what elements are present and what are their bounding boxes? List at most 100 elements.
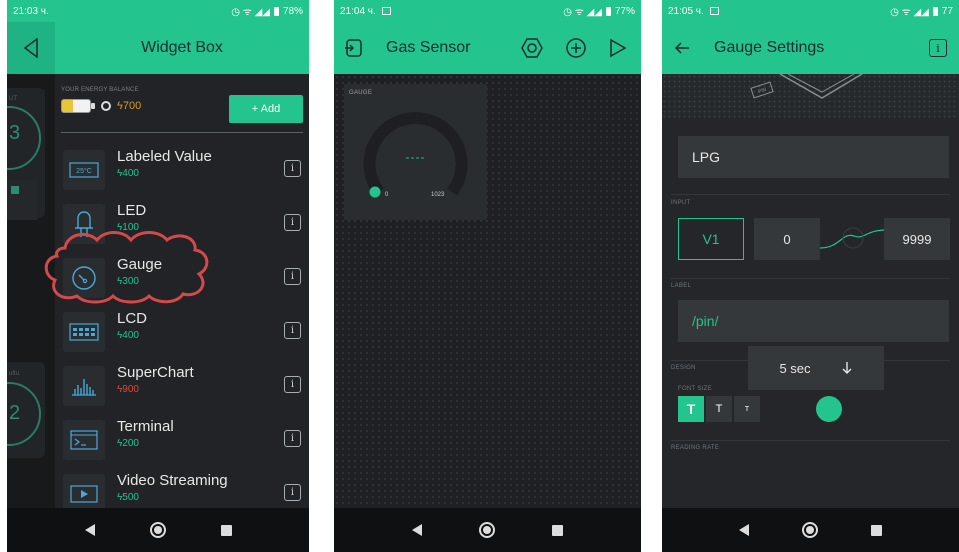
lcd-icon (63, 312, 105, 352)
widget-info-button[interactable]: i (284, 214, 301, 231)
widget-preview: PIN (662, 74, 959, 118)
status-time: 21:03 ч. (13, 5, 49, 17)
input-section-label: INPUT (671, 200, 691, 206)
widget-info-button[interactable]: i (284, 430, 301, 447)
widget-name-value: LPG (692, 149, 721, 165)
font-size-large-button[interactable]: T (678, 396, 704, 422)
close-widget-box-button[interactable] (7, 22, 55, 74)
widget-name: Video Streaming (117, 472, 228, 489)
info-button[interactable]: i (929, 39, 947, 57)
nav-home-icon[interactable] (478, 522, 495, 538)
max-value-input[interactable]: 9999 (884, 218, 950, 260)
widget-name: LED (117, 202, 147, 219)
nav-home-icon[interactable] (801, 522, 818, 538)
add-widget-icon[interactable] (565, 37, 587, 59)
status-time: 21:05 ч. (668, 5, 704, 17)
widget-cost: ϟ200 (117, 438, 139, 449)
battery-percent: 77 (941, 5, 953, 17)
background-widget-label: UT (9, 96, 17, 102)
widget-item-gauge[interactable]: Gauge ϟ300 i (55, 256, 309, 306)
widget-cost: ϟ500 (117, 492, 139, 503)
energy-balance: ϟ700 (61, 99, 141, 113)
project-title: Gas Sensor (386, 39, 471, 56)
app-bar: Widget Box (55, 22, 309, 74)
widget-info-button[interactable]: i (284, 376, 301, 393)
label-input[interactable]: /pin/ (678, 300, 949, 342)
widget-info-button[interactable]: i (284, 160, 301, 177)
background-led-square (11, 186, 19, 194)
widget-cost: ϟ300 (117, 276, 139, 287)
widget-item-superchart[interactable]: SuperChart ϟ900 i (55, 364, 309, 414)
widget-box-panel: YOUR ENERGY BALANCE ϟ700 + Add 25°C Labe… (55, 74, 309, 514)
arrow-down-icon (842, 362, 852, 374)
background-widget-value-bottom: 2 (9, 402, 21, 424)
gauge-value: ---- (405, 150, 426, 164)
divider (61, 132, 303, 133)
nav-recent-icon[interactable] (220, 524, 232, 536)
notification-icon (709, 7, 719, 15)
status-time: 21:04 ч. (340, 5, 376, 17)
system-nav-bar (7, 508, 309, 552)
gauge-widget[interactable]: GAUGE ---- 0 1023 (344, 84, 487, 220)
dashboard-canvas[interactable]: GAUGE ---- 0 1023 (334, 74, 641, 508)
status-bar: 21:03 ч. ◷ ᯤ ◢◢ 78% (7, 0, 309, 22)
svg-text:25°C: 25°C (76, 167, 92, 175)
nav-recent-icon[interactable] (871, 524, 883, 536)
led-icon (63, 204, 105, 244)
status-icons: ◷ ᯤ ◢◢ (890, 7, 929, 18)
settings-body: LPG INPUT V1 0 9999 LABEL /pin/ DESIGN F… (662, 118, 959, 508)
system-nav-bar (662, 508, 959, 552)
back-arrow-icon[interactable] (674, 40, 690, 56)
background-widget-label-bottom: uftu (9, 371, 20, 377)
widget-item-terminal[interactable]: Terminal ϟ200 i (55, 418, 309, 468)
nav-back-icon[interactable] (412, 524, 423, 536)
reading-rate-value: 5 sec (779, 360, 811, 376)
nav-back-icon[interactable] (738, 524, 749, 536)
gauge-level-dot (369, 186, 381, 198)
text-color-picker[interactable] (816, 396, 842, 422)
background-widget-value: 3 (9, 122, 21, 144)
screen-gas-sensor: 21:04 ч. ◷ ᯤ ◢◢ 77% Gas Sensor GAUGE ---… (334, 0, 641, 552)
battery-icon (605, 6, 611, 16)
nav-back-icon[interactable] (84, 524, 95, 536)
pin-selector[interactable]: V1 (678, 218, 744, 260)
superchart-icon (63, 366, 105, 406)
nav-recent-icon[interactable] (551, 524, 563, 536)
status-icons: ◷ ᯤ ◢◢ (231, 7, 270, 18)
widget-name: LCD (117, 310, 148, 327)
divider (671, 194, 950, 195)
widget-item-led[interactable]: LED ϟ100 i (55, 202, 309, 252)
nav-home-icon[interactable] (149, 522, 166, 538)
settings-hexagon-icon[interactable] (521, 37, 543, 59)
widget-item-labeled-value[interactable]: 25°C Labeled Value ϟ400 i (55, 148, 309, 198)
widget-info-button[interactable]: i (284, 268, 301, 285)
battery-icon (273, 6, 279, 16)
divider (671, 440, 950, 441)
min-value-input[interactable]: 0 (754, 218, 820, 260)
battery-percent: 77% (614, 5, 635, 17)
gauge-max: 1023 (431, 192, 445, 198)
font-size-small-button[interactable]: T (734, 396, 760, 422)
notification-icon (381, 7, 391, 15)
page-title: Widget Box (141, 39, 223, 56)
app-bar: Gauge Settings i (662, 22, 959, 74)
play-icon[interactable] (609, 38, 627, 58)
exit-project-icon[interactable] (344, 38, 364, 58)
gauge-icon (63, 258, 105, 298)
widget-info-button[interactable]: i (284, 484, 301, 501)
screen-gauge-settings: 21:05 ч. ◷ ᯤ ◢◢ 77 Gauge Settings i PIN … (662, 0, 959, 552)
widget-info-button[interactable]: i (284, 322, 301, 339)
reading-rate-selector[interactable]: 5 sec (748, 346, 884, 390)
add-energy-button[interactable]: + Add (229, 95, 303, 123)
pin-chip-icon: PIN (750, 81, 774, 99)
widget-name: SuperChart (117, 364, 194, 381)
range-curve-icon (820, 227, 886, 249)
gauge-min: 0 (385, 192, 389, 198)
widget-name-input[interactable]: LPG (678, 136, 949, 178)
labeled-value-icon: 25°C (63, 150, 105, 190)
widget-item-lcd[interactable]: LCD ϟ400 i (55, 310, 309, 360)
energy-ring-icon (101, 101, 111, 111)
widget-cost: ϟ900 (117, 384, 139, 395)
app-bar: Gas Sensor (334, 22, 641, 74)
font-size-medium-button[interactable]: T (706, 396, 732, 422)
